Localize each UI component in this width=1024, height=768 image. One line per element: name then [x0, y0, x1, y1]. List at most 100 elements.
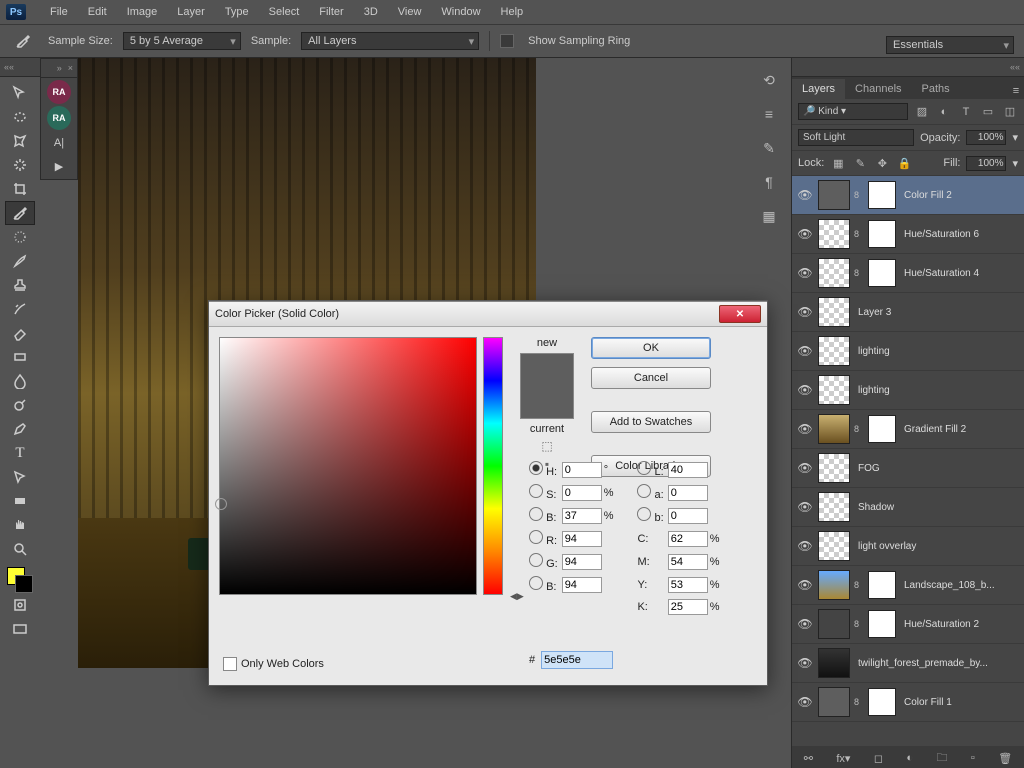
layer-row[interactable]: 👁 8 Color Fill 2	[792, 176, 1024, 215]
bc-input[interactable]	[562, 577, 602, 593]
layer-row[interactable]: 👁 FOG	[792, 449, 1024, 488]
l-input[interactable]	[668, 462, 708, 478]
move-tool[interactable]	[5, 81, 35, 105]
layer-thumb[interactable]	[818, 375, 850, 405]
layer-thumb[interactable]	[818, 180, 850, 210]
a-input[interactable]	[668, 485, 708, 501]
menu-file[interactable]: File	[50, 6, 68, 18]
layer-thumb[interactable]	[818, 570, 850, 600]
layer-mask[interactable]	[868, 415, 896, 443]
lock-all-icon[interactable]: 🔒	[896, 155, 912, 171]
tab-channels[interactable]: Channels	[845, 79, 911, 99]
layer-row[interactable]: 👁 light ovverlay	[792, 527, 1024, 566]
radio-r[interactable]	[529, 530, 543, 544]
panel-expand-icon[interactable]: ««	[1010, 62, 1020, 72]
b-input[interactable]	[668, 508, 708, 524]
radio-g[interactable]	[529, 553, 543, 567]
dodge-tool[interactable]	[5, 393, 35, 417]
eraser-tool[interactable]	[5, 321, 35, 345]
close-button[interactable]: ✕	[719, 305, 761, 323]
layer-row[interactable]: 👁 8 Color Fill 1	[792, 683, 1024, 722]
link-layers-icon[interactable]: ⚯	[804, 752, 813, 765]
comp-badge-b[interactable]: RA	[47, 106, 71, 130]
radio-a[interactable]	[637, 484, 651, 498]
menu-layer[interactable]: Layer	[177, 6, 205, 18]
marquee-tool[interactable]	[5, 105, 35, 129]
visibility-icon[interactable]: 👁	[796, 539, 814, 553]
visibility-icon[interactable]: 👁	[796, 461, 814, 475]
layer-row[interactable]: 👁 Layer 3	[792, 293, 1024, 332]
opacity-input[interactable]: 100%	[966, 130, 1006, 145]
sample-dropdown[interactable]: All Layers	[301, 32, 479, 50]
comp-badge-a[interactable]: RA	[47, 80, 71, 104]
history-icon[interactable]: ⟲	[757, 68, 781, 92]
hand-tool[interactable]	[5, 513, 35, 537]
filter-shape-icon[interactable]: ▭	[980, 104, 996, 120]
wand-tool[interactable]	[5, 153, 35, 177]
layer-mask[interactable]	[868, 259, 896, 287]
layer-thumb[interactable]	[818, 453, 850, 483]
tab-layers[interactable]: Layers	[792, 79, 845, 99]
saturation-field[interactable]	[219, 337, 477, 595]
r-input[interactable]	[562, 531, 602, 547]
gradient-tool[interactable]	[5, 345, 35, 369]
visibility-icon[interactable]: 👁	[796, 227, 814, 241]
blur-tool[interactable]	[5, 369, 35, 393]
ok-button[interactable]: OK	[591, 337, 711, 359]
hex-input[interactable]	[541, 651, 613, 669]
visibility-icon[interactable]: 👁	[796, 500, 814, 514]
visibility-icon[interactable]: 👁	[796, 188, 814, 202]
lock-pos-icon[interactable]: ✥	[874, 155, 890, 171]
fx-icon[interactable]: fx▾	[836, 752, 850, 765]
layer-mask[interactable]	[868, 610, 896, 638]
panel-menu-icon[interactable]: ≡	[1008, 83, 1024, 99]
m-input[interactable]	[668, 554, 708, 570]
layer-thumb[interactable]	[818, 414, 850, 444]
lock-trans-icon[interactable]: ▦	[830, 155, 846, 171]
layer-thumb[interactable]	[818, 336, 850, 366]
layer-thumb[interactable]	[818, 687, 850, 717]
tab-paths[interactable]: Paths	[912, 79, 960, 99]
menu-select[interactable]: Select	[269, 6, 300, 18]
color-cursor[interactable]	[215, 498, 227, 510]
paragraph-icon[interactable]: ¶	[757, 170, 781, 194]
layer-thumb[interactable]	[818, 258, 850, 288]
radio-b[interactable]	[637, 507, 651, 521]
layer-row[interactable]: 👁 8 Hue/Saturation 6	[792, 215, 1024, 254]
text-align-icon[interactable]: A|	[48, 133, 70, 153]
screenmode-tool[interactable]	[5, 617, 35, 641]
visibility-icon[interactable]: 👁	[796, 617, 814, 631]
visibility-icon[interactable]: 👁	[796, 305, 814, 319]
visibility-icon[interactable]: 👁	[796, 422, 814, 436]
panel-tab-icon[interactable]: »	[57, 63, 62, 73]
workspace-dropdown[interactable]: Essentials	[886, 36, 1014, 54]
radio-h[interactable]	[529, 461, 543, 475]
lasso-tool[interactable]	[5, 129, 35, 153]
panel-close-icon[interactable]: ×	[68, 63, 73, 73]
radio-s[interactable]	[529, 484, 543, 498]
menu-window[interactable]: Window	[441, 6, 480, 18]
mask-icon[interactable]: ◻	[874, 752, 883, 765]
panel-collapse-icon[interactable]: ««	[4, 62, 14, 72]
layer-row[interactable]: 👁 8 Hue/Saturation 2	[792, 605, 1024, 644]
filter-type-icon[interactable]: T	[958, 104, 974, 120]
layer-mask[interactable]	[868, 220, 896, 248]
cube-icon[interactable]: ⬚	[541, 439, 552, 453]
eyedropper-tool[interactable]	[5, 201, 35, 225]
adjustment-icon[interactable]: ◐	[906, 752, 913, 764]
add-swatch-button[interactable]: Add to Swatches	[591, 411, 711, 433]
layer-thumb[interactable]	[818, 219, 850, 249]
g-input[interactable]	[562, 554, 602, 570]
radio-bv[interactable]	[529, 507, 543, 521]
layer-mask[interactable]	[868, 571, 896, 599]
path-tool[interactable]	[5, 465, 35, 489]
radio-l[interactable]	[637, 461, 651, 475]
sample-size-dropdown[interactable]: 5 by 5 Average	[123, 32, 241, 50]
layer-thumb[interactable]	[818, 609, 850, 639]
web-colors-checkbox[interactable]	[223, 657, 237, 671]
crop-tool[interactable]	[5, 177, 35, 201]
layer-thumb[interactable]	[818, 492, 850, 522]
menu-filter[interactable]: Filter	[319, 6, 343, 18]
play-icon[interactable]: ▶	[48, 156, 70, 176]
menu-edit[interactable]: Edit	[88, 6, 107, 18]
